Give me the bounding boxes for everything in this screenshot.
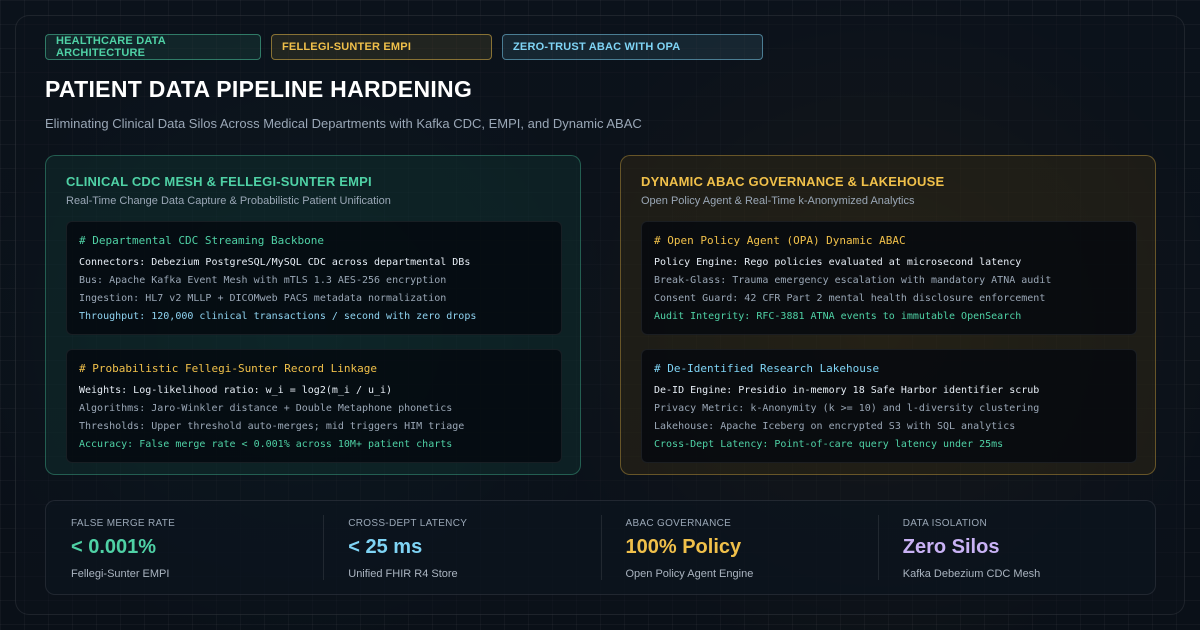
panel-subtitle: Real-Time Change Data Capture & Probabil… xyxy=(66,195,391,207)
code-line: Break-Glass: Trauma emergency escalation… xyxy=(654,275,1052,286)
page-title: PATIENT DATA PIPELINE HARDENING xyxy=(45,76,473,102)
code-line: Algorithms: Jaro-Winkler distance + Doub… xyxy=(79,403,453,414)
metric-label: FALSE MERGE RATE xyxy=(71,518,176,529)
metric-description: Fellegi-Sunter EMPI xyxy=(71,568,170,580)
page-subtitle: Eliminating Clinical Data Silos Across M… xyxy=(45,116,642,131)
research-lakehouse-code-block: # De-Identified Research Lakehouse De-ID… xyxy=(641,349,1137,463)
code-block-heading: # Open Policy Agent (OPA) Dynamic ABAC xyxy=(654,234,906,247)
metric-description: Open Policy Agent Engine xyxy=(625,568,754,580)
tag-fellegi-sunter-empi: FELLEGI-SUNTER EMPI xyxy=(271,34,492,60)
code-line: Thresholds: Upper threshold auto-merges;… xyxy=(79,421,465,432)
code-line: Lakehouse: Apache Iceberg on encrypted S… xyxy=(654,421,1016,432)
code-block-heading: # De-Identified Research Lakehouse xyxy=(654,362,880,375)
metric-label: ABAC GOVERNANCE xyxy=(625,518,732,529)
code-line: Throughput: 120,000 clinical transaction… xyxy=(79,311,477,322)
metric-abac-governance: ABAC GOVERNANCE 100% Policy Open Policy … xyxy=(600,501,878,594)
code-line: Cross-Dept Latency: Point-of-care query … xyxy=(654,439,1004,450)
code-line: Ingestion: HL7 v2 MLLP + DICOMweb PACS m… xyxy=(79,293,447,304)
metric-value: < 25 ms xyxy=(348,536,423,558)
metric-description: Unified FHIR R4 Store xyxy=(348,568,458,580)
panel-subtitle: Open Policy Agent & Real-Time k-Anonymiz… xyxy=(641,195,915,207)
code-line: Connectors: Debezium PostgreSQL/MySQL CD… xyxy=(79,257,471,268)
opa-abac-code-block: # Open Policy Agent (OPA) Dynamic ABAC P… xyxy=(641,221,1137,335)
cdc-backbone-code-block: # Departmental CDC Streaming Backbone Co… xyxy=(66,221,562,335)
cdc-empi-panel: CLINICAL CDC MESH & FELLEGI-SUNTER EMPI … xyxy=(45,155,581,475)
metric-data-isolation: DATA ISOLATION Zero Silos Kafka Debezium… xyxy=(877,501,1155,594)
panel-title: DYNAMIC ABAC GOVERNANCE & LAKEHOUSE xyxy=(641,174,945,189)
metric-value: Zero Silos xyxy=(902,536,1000,558)
code-block-heading: # Probabilistic Fellegi-Sunter Record Li… xyxy=(79,362,378,375)
code-line: Consent Guard: 42 CFR Part 2 mental heal… xyxy=(654,293,1046,304)
metric-label: DATA ISOLATION xyxy=(902,518,987,529)
code-line: Privacy Metric: k-Anonymity (k >= 10) an… xyxy=(654,403,1040,414)
metric-false-merge-rate: FALSE MERGE RATE < 0.001% Fellegi-Sunter… xyxy=(46,501,323,594)
code-line: Policy Engine: Rego policies evaluated a… xyxy=(654,257,1022,268)
panel-title: CLINICAL CDC MESH & FELLEGI-SUNTER EMPI xyxy=(66,174,372,189)
code-block-heading: # Departmental CDC Streaming Backbone xyxy=(79,234,325,247)
tag-healthcare-data-architecture: HEALTHCARE DATA ARCHITECTURE xyxy=(45,34,261,60)
tag-zero-trust-abac: ZERO-TRUST ABAC WITH OPA xyxy=(502,34,763,60)
abac-lakehouse-panel: DYNAMIC ABAC GOVERNANCE & LAKEHOUSE Open… xyxy=(620,155,1156,475)
code-line: De-ID Engine: Presidio in-memory 18 Safe… xyxy=(654,385,1040,396)
code-line: Audit Integrity: RFC-3881 ATNA events to… xyxy=(654,311,1022,322)
code-line: Accuracy: False merge rate < 0.001% acro… xyxy=(79,439,453,450)
record-linkage-code-block: # Probabilistic Fellegi-Sunter Record Li… xyxy=(66,349,562,463)
code-line: Bus: Apache Kafka Event Mesh with mTLS 1… xyxy=(79,275,447,286)
metric-value: 100% Policy xyxy=(625,536,742,558)
metric-label: CROSS-DEPT LATENCY xyxy=(348,518,468,529)
metric-value: < 0.001% xyxy=(71,536,157,558)
metric-cross-dept-latency: CROSS-DEPT LATENCY < 25 ms Unified FHIR … xyxy=(323,501,600,594)
code-line: Weights: Log-likelihood ratio: w_i = log… xyxy=(79,385,393,396)
tag-row: HEALTHCARE DATA ARCHITECTURE FELLEGI-SUN… xyxy=(45,34,763,60)
metric-description: Kafka Debezium CDC Mesh xyxy=(902,568,1041,580)
metrics-strip: FALSE MERGE RATE < 0.001% Fellegi-Sunter… xyxy=(45,500,1156,595)
